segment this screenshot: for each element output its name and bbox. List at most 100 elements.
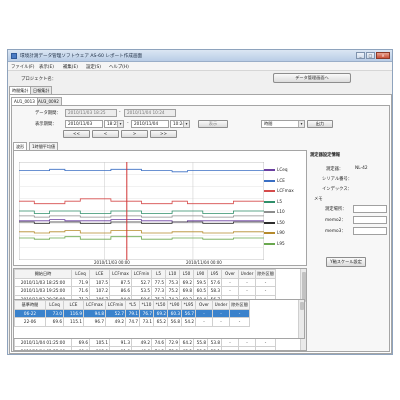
summary-table-panel: 基準時間 LCeq LCE LCFmax LCFmin *L5 *L10 *L50 *L90 *L… [13,299,305,339]
table-cell: - [255,277,276,288]
scrollbar-thumb[interactable] [300,302,304,310]
table-cell: - [212,308,230,319]
tab-waveform[interactable]: 波形 [13,142,28,150]
memo-label: メモ [314,197,323,202]
minimize-button[interactable]: _ [356,52,365,59]
table-cell: - [221,346,239,350]
table-cell: 75.2 [165,286,180,296]
table-header: 開始日時 LCeq LCE LCFmax LCFmin L5 L10 L50 L90 L95 Ove… [14,269,276,279]
column-header[interactable]: L95 [207,269,222,279]
data-period-sep: - [119,110,121,115]
column-header[interactable]: LCFmax [109,269,132,279]
column-header[interactable]: L10 [165,269,180,279]
table-cell: - [221,277,239,288]
menu-settings[interactable]: 設定(S) [86,64,101,70]
table-row[interactable]: 2010/11/03 18:25:00 71.9 107.5 87.5 52.7 77.5… [14,277,276,288]
tab-au1-0013[interactable]: AU1_0013 [11,97,38,105]
nav-prev-button[interactable]: < [92,130,119,138]
tab-hourly-average[interactable]: 1時間平均値 [29,142,59,150]
table-cell: 86.6 [109,286,132,296]
title-bar[interactable]: 環境計測データ管理ソフトウェア AS-60 レポート作成画面 _ □ × [8,50,392,62]
legend-swatch [264,190,275,192]
menu-file[interactable]: ファイル(F) [11,64,35,70]
tab-hourly[interactable]: 時間集計 [9,86,32,94]
menu-edit[interactable]: 補集(E) [63,64,78,70]
column-header[interactable]: 開始日時 [14,269,72,279]
column-header[interactable]: LCFmin [131,269,152,279]
column-header[interactable]: L50 [179,269,194,279]
legend-label: LCeq [277,167,288,172]
column-header[interactable]: Over [221,269,239,279]
project-label: プロジェクト名： [21,77,57,82]
table-cell: 60.3 [167,308,182,319]
legend-label: LCFmax [277,188,294,193]
location-field[interactable] [353,205,387,213]
column-header[interactable]: LCFmax [83,300,106,310]
table-cell: 79.1 [125,308,140,319]
table-cell: - [221,337,239,348]
column-header[interactable]: 除外区間 [255,269,276,279]
data-manager-button[interactable]: データ管理画面へ [273,73,351,83]
window-title: 環境計測データ管理ソフトウェア AS-60 レポート作成画面 [20,54,143,59]
legend-item: LCE [264,177,304,188]
column-header[interactable]: 基準時間 [14,300,46,310]
memo2-label: memo2： [325,218,346,223]
legend-swatch [264,179,275,182]
time-spin-icon[interactable]: ▾ [183,121,189,127]
table-cell: 69.6 [45,317,64,327]
nav-next-button[interactable]: > [121,130,148,138]
column-header[interactable]: Under [238,269,256,279]
legend-label: L5 [277,198,282,204]
device-value: NL-42 [355,166,368,171]
display-start-date[interactable]: 2010/11/03 [65,120,103,128]
memo3-field[interactable] [353,227,387,235]
nav-last-button[interactable]: >> [150,130,177,138]
table-cell: 53.1 [207,346,222,350]
output-button[interactable]: 出力 [307,120,333,128]
display-start-time[interactable]: 18:25 ▾ [104,120,124,128]
table-row[interactable]: 06-22 73.0 116.9 94.8 52.7 79.1 76.7 69.2 60.3 56… [14,308,250,319]
column-header[interactable]: LCeq [71,269,90,279]
nav-first-button[interactable]: << [63,130,90,138]
chevron-down-icon[interactable]: ▾ [298,121,304,127]
table-cell: 22-06 [14,317,46,327]
table-cell: 72.8 [165,346,180,350]
interval-select[interactable]: 時間 ▾ [261,120,305,128]
column-header[interactable]: L5 [151,269,166,279]
column-header[interactable]: *L10 [139,300,154,310]
table-row[interactable]: 22-06 69.6 115.1 96.7 49.2 74.7 73.1 65.2 56.8 54… [14,317,250,327]
table-cell: 115.1 [63,317,84,327]
tab-daily[interactable]: 日報集計 [30,86,53,94]
memo2-field[interactable] [353,216,387,224]
display-end-time[interactable]: 10:24 ▾ [170,120,190,128]
time-spin-icon[interactable]: ▾ [117,121,123,127]
scrollbar-thumb[interactable] [302,272,306,302]
column-header[interactable]: *L5 [125,300,140,310]
table-cell: 64.2 [179,337,194,348]
column-header[interactable]: *L50 [153,300,168,310]
menu-view[interactable]: 表示(E) [39,64,54,70]
show-button[interactable]: 表示 [198,120,228,128]
column-header[interactable]: L90 [193,269,208,279]
table-row[interactable]: 2010/11/04 02:25:0069.4105.091.848.674.5… [14,346,276,350]
column-header[interactable]: *L90 [167,300,182,310]
table-row[interactable]: 2010/11/04 01:25:00 69.6 105.1 91.3 49.2 74.6… [14,337,276,348]
summary-scrollbar[interactable] [298,300,304,338]
display-end-date[interactable]: 2010/11/04 [131,120,169,128]
maximize-button[interactable]: □ [366,52,375,59]
column-header[interactable]: LCeq [45,300,64,310]
table-row[interactable]: 2010/11/03 19:25:00 71.6 107.2 86.6 53.5 77.3… [14,286,276,296]
y-scale-button[interactable]: Y軸スケール設定 [326,257,366,267]
table-cell: 77.3 [151,286,166,296]
column-header[interactable]: LCE [63,300,84,310]
menu-help[interactable]: ヘルプ(H) [109,64,129,70]
column-header[interactable]: LCFmin [105,300,126,310]
column-header[interactable]: 除外区間 [229,300,250,310]
column-header[interactable]: *L95 [181,300,196,310]
close-button[interactable]: × [376,52,390,59]
tab-au3-0092[interactable]: AU3_0092 [35,97,62,105]
column-header[interactable]: Under [212,300,230,310]
column-header[interactable]: LCE [89,269,110,279]
table-cell: - [221,286,239,296]
column-header[interactable]: Over [195,300,213,310]
